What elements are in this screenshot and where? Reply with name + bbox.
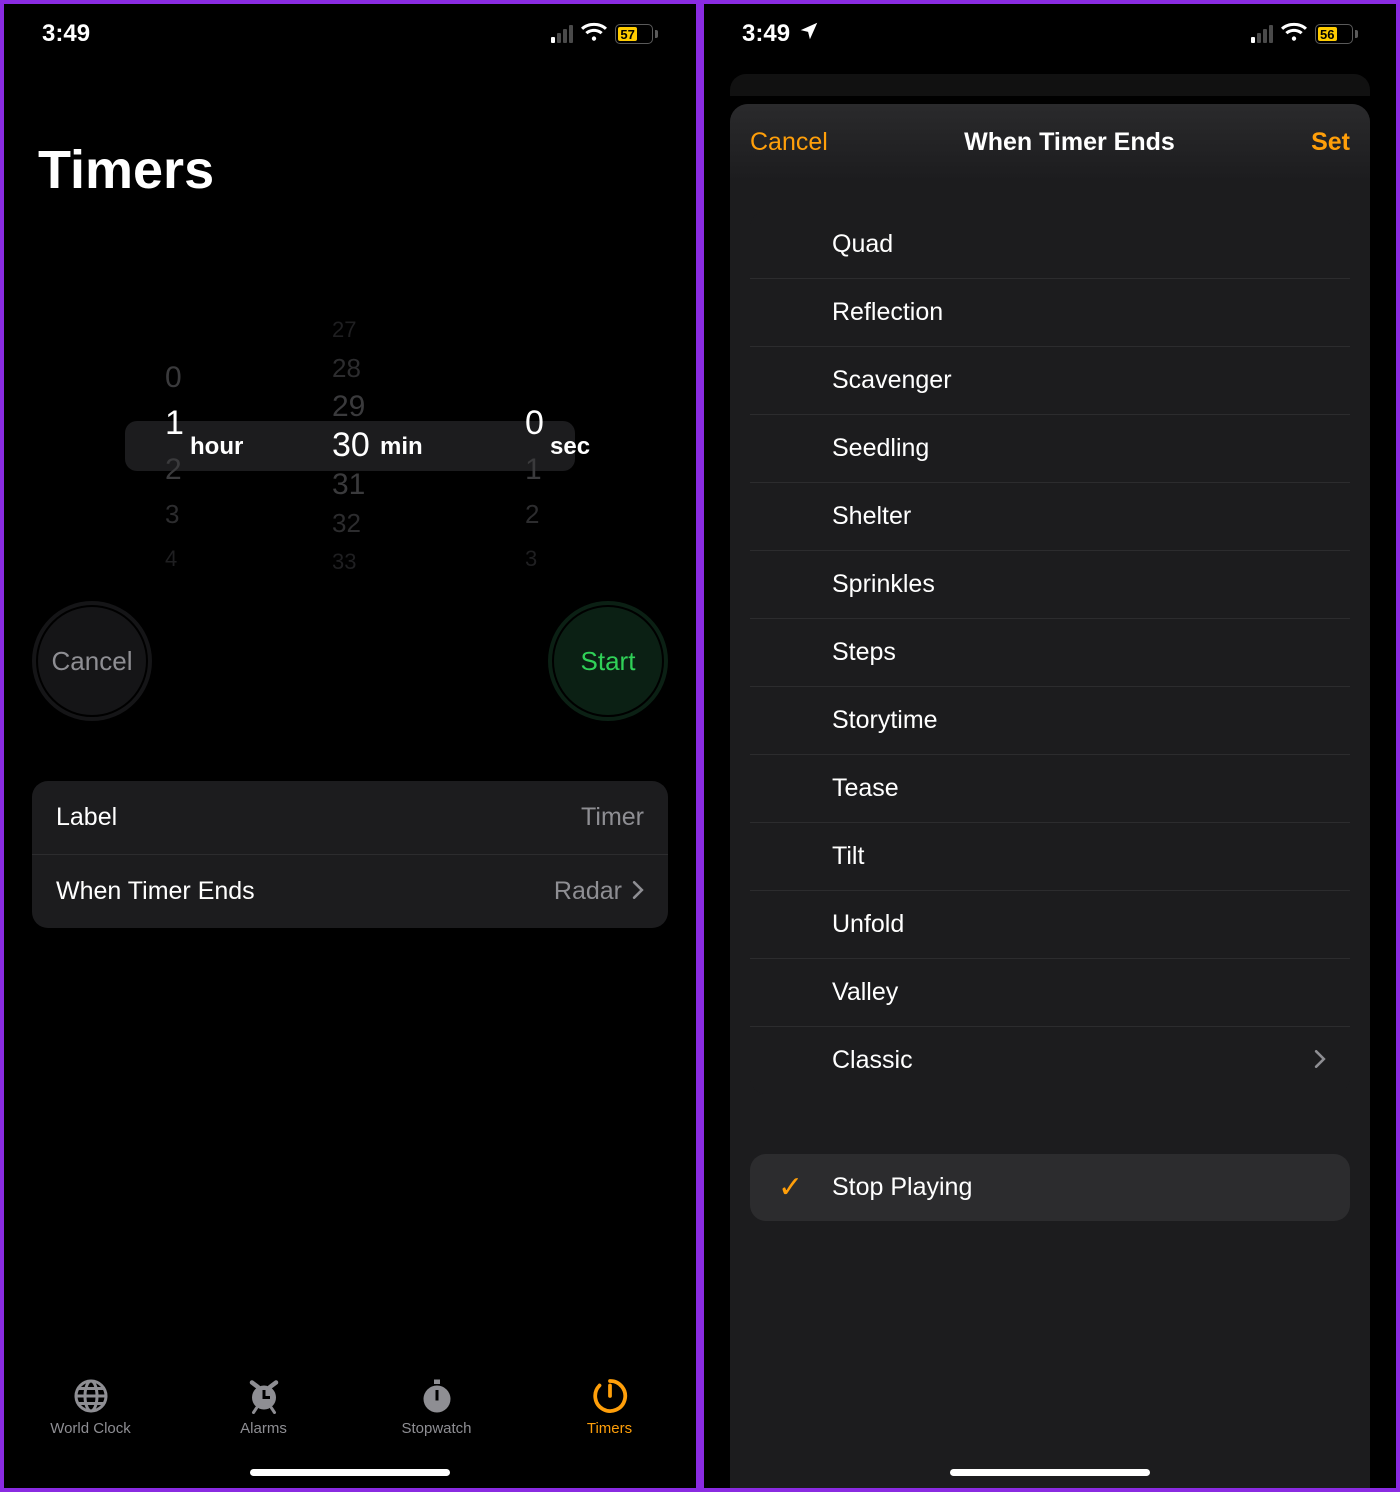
page-title: Timers xyxy=(38,139,680,201)
tab-stopwatch[interactable]: Stopwatch xyxy=(377,1378,497,1437)
sound-option-steps[interactable]: Steps xyxy=(750,619,1350,687)
sound-option-classic[interactable]: Classic xyxy=(750,1027,1350,1094)
home-indicator[interactable] xyxy=(250,1469,450,1476)
tab-alarms[interactable]: Alarms xyxy=(204,1378,324,1437)
picker-hours-column[interactable]: 0 1 2 3 4 hour xyxy=(80,311,260,581)
stop-playing-section: ✓ Stop Playing xyxy=(750,1154,1350,1221)
sound-option-sprinkles[interactable]: Sprinkles xyxy=(750,551,1350,619)
status-bar: 3:49 57 xyxy=(20,4,680,64)
phone-left-timers: 3:49 57 Timers 0 1 2 3 4 hour xyxy=(0,0,700,1492)
status-time: 3:49 xyxy=(742,20,790,48)
battery-icon: 57 xyxy=(615,24,658,44)
sound-option-storytime[interactable]: Storytime xyxy=(750,687,1350,755)
sound-list: Quad Reflection Scavenger Seedling Shelt… xyxy=(750,211,1350,1094)
picker-minutes-value: 30 xyxy=(332,426,370,467)
phone-right-sound-picker: 3:49 56 Cancel When Timer Ends Set Quad xyxy=(700,0,1400,1492)
tab-timers[interactable]: Timers xyxy=(550,1378,670,1437)
sound-option-unfold[interactable]: Unfold xyxy=(750,891,1350,959)
picker-seconds-label: sec xyxy=(550,433,590,461)
chevron-right-icon xyxy=(1314,1046,1326,1075)
sound-option-tilt[interactable]: Tilt xyxy=(750,823,1350,891)
start-button[interactable]: Start xyxy=(548,601,668,721)
picker-hours-value: 1 xyxy=(165,400,184,447)
sound-option-reflection[interactable]: Reflection xyxy=(750,279,1350,347)
modal-header: Cancel When Timer Ends Set xyxy=(730,104,1370,181)
sound-option-valley[interactable]: Valley xyxy=(750,959,1350,1027)
signal-icon xyxy=(551,25,573,43)
chevron-right-icon xyxy=(632,877,644,906)
tab-bar: World Clock Alarms Stopwatch Timers xyxy=(4,1368,696,1488)
picker-minutes-label: min xyxy=(380,433,423,461)
sound-option-quad[interactable]: Quad xyxy=(750,211,1350,279)
sound-option-shelter[interactable]: Shelter xyxy=(750,483,1350,551)
timer-settings-card: Label Timer When Timer Ends Radar xyxy=(32,781,668,928)
alarm-icon xyxy=(246,1378,282,1414)
signal-icon xyxy=(1251,25,1273,43)
status-time: 3:49 xyxy=(42,20,90,48)
location-icon xyxy=(798,20,820,49)
ends-row-title: When Timer Ends xyxy=(56,877,255,906)
modal-set-button[interactable]: Set xyxy=(1311,128,1350,157)
stopwatch-icon xyxy=(419,1378,455,1414)
tab-world-clock[interactable]: World Clock xyxy=(31,1378,151,1437)
sheet-background-layer xyxy=(730,74,1370,96)
label-row-value: Timer xyxy=(581,803,644,832)
picker-seconds-value: 0 xyxy=(525,400,544,447)
picker-minutes-column[interactable]: 27 28 29 30 31 32 33 min xyxy=(260,311,440,581)
status-bar: 3:49 56 xyxy=(720,4,1380,64)
wifi-icon xyxy=(1281,20,1307,48)
modal-title: When Timer Ends xyxy=(964,128,1175,157)
cancel-button[interactable]: Cancel xyxy=(32,601,152,721)
sound-option-scavenger[interactable]: Scavenger xyxy=(750,347,1350,415)
label-row[interactable]: Label Timer xyxy=(32,781,668,855)
home-indicator[interactable] xyxy=(950,1469,1150,1476)
battery-icon: 56 xyxy=(1315,24,1358,44)
timer-icon xyxy=(592,1378,628,1414)
globe-icon xyxy=(73,1378,109,1414)
picker-seconds-column[interactable]: 0 1 2 3 sec xyxy=(440,311,620,581)
check-icon: ✓ xyxy=(778,1170,803,1205)
ends-row-value: Radar xyxy=(554,877,622,906)
wifi-icon xyxy=(581,20,607,48)
sound-option-seedling[interactable]: Seedling xyxy=(750,415,1350,483)
modal-cancel-button[interactable]: Cancel xyxy=(750,128,828,157)
sound-option-tease[interactable]: Tease xyxy=(750,755,1350,823)
picker-hours-label: hour xyxy=(190,433,243,461)
duration-picker[interactable]: 0 1 2 3 4 hour 27 28 29 30 31 32 33 min xyxy=(45,311,655,581)
when-timer-ends-modal: Cancel When Timer Ends Set Quad Reflecti… xyxy=(730,104,1370,1488)
label-row-title: Label xyxy=(56,803,117,832)
stop-playing-option[interactable]: ✓ Stop Playing xyxy=(750,1154,1350,1221)
when-timer-ends-row[interactable]: When Timer Ends Radar xyxy=(32,855,668,928)
